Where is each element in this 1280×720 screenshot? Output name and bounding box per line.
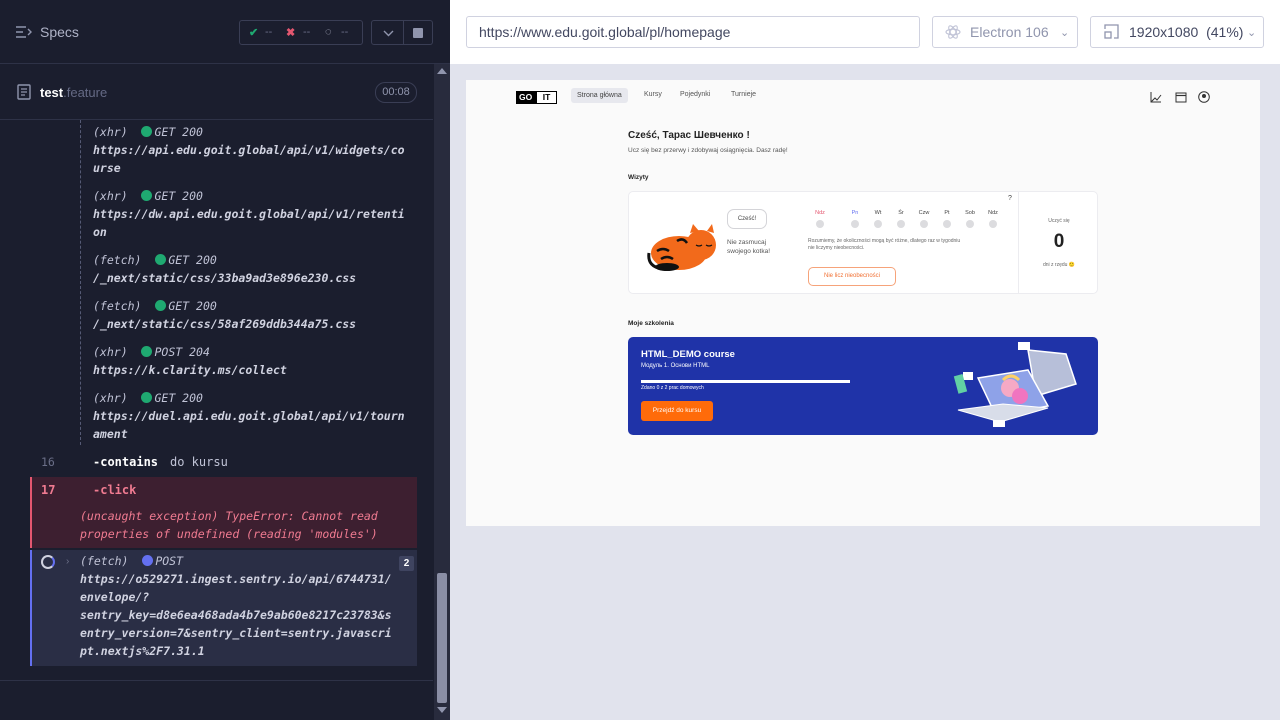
go-to-course-button[interactable]: Przejdź do kursu [641,401,713,421]
preview-panel: https://www.edu.goit.global/pl/homepage … [450,0,1280,720]
course-title: HTML_DEMO course [641,349,735,360]
stop-button[interactable] [403,20,433,45]
viewport-icon [1104,24,1119,39]
log-entry[interactable]: (fetch) GET 200 /_next/static/css/58af26… [93,297,413,333]
day-label: Śr [898,210,904,216]
log-entry[interactable]: (xhr) POST 204 https://k.clarity.ms/coll… [93,343,413,379]
greeting: Cześć, Тарас Шевченко ! [628,130,750,141]
passed-count: -- [265,26,273,38]
status-dot [141,346,153,357]
status-dot [155,254,167,265]
status-dot [155,300,167,311]
log-entry[interactable]: (xhr) GET 200 https://api.edu.goit.globa… [93,123,413,177]
scrollbar-thumb[interactable] [437,573,447,703]
command-contains[interactable]: 16 -contains do kursu [30,449,417,476]
nav-duels[interactable]: Pojedynki [680,91,710,98]
streak-label: Uczyć się [1048,218,1070,224]
day-label: Ndz [988,210,998,216]
count-badge: 2 [399,556,414,571]
spec-file-name[interactable]: test.feature [40,85,107,100]
failed-count: -- [303,26,311,38]
specs-menu-icon[interactable] [16,25,32,39]
browser-toolbar: https://www.edu.goit.global/pl/homepage … [450,0,1280,64]
ignore-absence-button[interactable]: Nie licz nieobecności [808,267,896,286]
day-dot [989,220,997,228]
streak-count: 0 [1053,231,1065,252]
url-field[interactable]: https://www.edu.goit.global/pl/homepage [466,16,920,48]
scroll-up-icon[interactable] [437,68,447,74]
specs-header: Specs ✔ -- ✖ -- ◌ -- [0,0,450,64]
greeting-subtitle: Ucz się bez przerwy i zdobywaj osiągnięc… [628,147,788,154]
app-iframe: GO IT Strona główna Kursy Pojedynki Turn… [466,80,1260,526]
chevron-right-icon[interactable]: › [66,556,72,567]
pending-count: -- [341,26,349,38]
options-dropdown-button[interactable] [371,20,404,45]
cat-message: Nie zasmucaj swojego kotka! [727,239,770,255]
nav-tournaments[interactable]: Turnieje [731,91,756,98]
day-label: Pt [944,210,950,216]
chevron-down-icon [383,30,394,37]
goit-logo[interactable]: GO IT [516,91,557,104]
day-label: Ndz [815,210,825,216]
visits-title: Wizyty [628,174,649,181]
pending-circle-icon: ◌ [325,26,332,38]
log-entry[interactable]: (xhr) GET 200 https://dw.api.edu.goit.gl… [93,187,413,241]
status-dot [141,190,153,201]
day-dot [851,220,859,228]
pending-request[interactable]: › (fetch) POST https://o529271.ingest.se… [30,550,417,666]
streak-sub: dni z rzędu 🙂 [1042,262,1076,268]
cat-illustration [647,224,716,271]
calendar-icon[interactable] [1175,91,1187,103]
status-dot [141,126,153,137]
status-dot [141,392,153,403]
pending-log-entry: (fetch) POST https://o529271.ingest.sent… [80,554,392,658]
test-stats: ✔ -- ✖ -- ◌ -- [239,20,363,45]
absence-explanation: Rozumiemy, że okoliczności mogą być różn… [808,238,961,251]
cross-icon: ✖ [286,27,296,39]
app-navbar: GO IT Strona główna Kursy Pojedynki Turn… [466,80,1260,114]
laptop-illustration [953,342,1077,427]
day-dot [816,220,824,228]
day-dot [897,220,905,228]
speech-bubble: Cześć! [727,209,767,229]
day-dot [943,220,951,228]
command-log: (xhr) GET 200 https://api.edu.goit.globa… [30,120,417,668]
course-progress-bar [641,380,850,383]
course-progress-text: Zdano 0 z 2 prac domowych [641,385,704,391]
run-timer: 00:08 [375,82,417,103]
chevron-down-icon: ⌄ [1060,27,1070,39]
stats-icon[interactable] [1150,91,1162,103]
status-dot [142,555,154,566]
runner-panel: Specs ✔ -- ✖ -- ◌ -- test.feature 00:08 [0,0,450,720]
check-icon: ✔ [249,27,259,39]
chevron-down-icon: ⌄ [1247,27,1257,39]
electron-icon [945,25,961,39]
error-message: (uncaught exception) TypeError: Cannot r… [80,509,378,541]
log-entry[interactable]: (fetch) GET 200 /_next/static/css/33ba9a… [93,251,413,287]
day-dot [874,220,882,228]
loading-spinner-icon [41,555,55,569]
command-click-failed[interactable]: 17 -click (uncaught exception) TypeError… [30,477,417,548]
visits-card: Cześć! Nie zasmucaj swojego kotka! Ndz P… [628,191,1098,294]
nav-home[interactable]: Strona główna [571,88,628,103]
course-module: Модуль 1. Основи HTML [641,363,710,369]
log-entry[interactable]: (xhr) GET 200 https://duel.api.edu.goit.… [93,389,413,443]
day-dot [966,220,974,228]
file-icon [17,84,31,100]
day-label: Czw [918,210,930,216]
course-card[interactable]: HTML_DEMO course Модуль 1. Основи HTML Z… [628,337,1098,435]
specs-title[interactable]: Specs [40,24,79,40]
help-icon[interactable]: ? [1008,195,1012,202]
nav-courses[interactable]: Kursy [644,91,662,98]
day-label: Pn [851,210,859,216]
avatar-icon[interactable] [1198,91,1210,103]
day-label: Wt [874,210,882,216]
day-dot [920,220,928,228]
scroll-down-icon[interactable] [437,707,447,713]
day-label: Sob [965,210,975,216]
courses-title: Moje szkolenia [628,320,674,327]
